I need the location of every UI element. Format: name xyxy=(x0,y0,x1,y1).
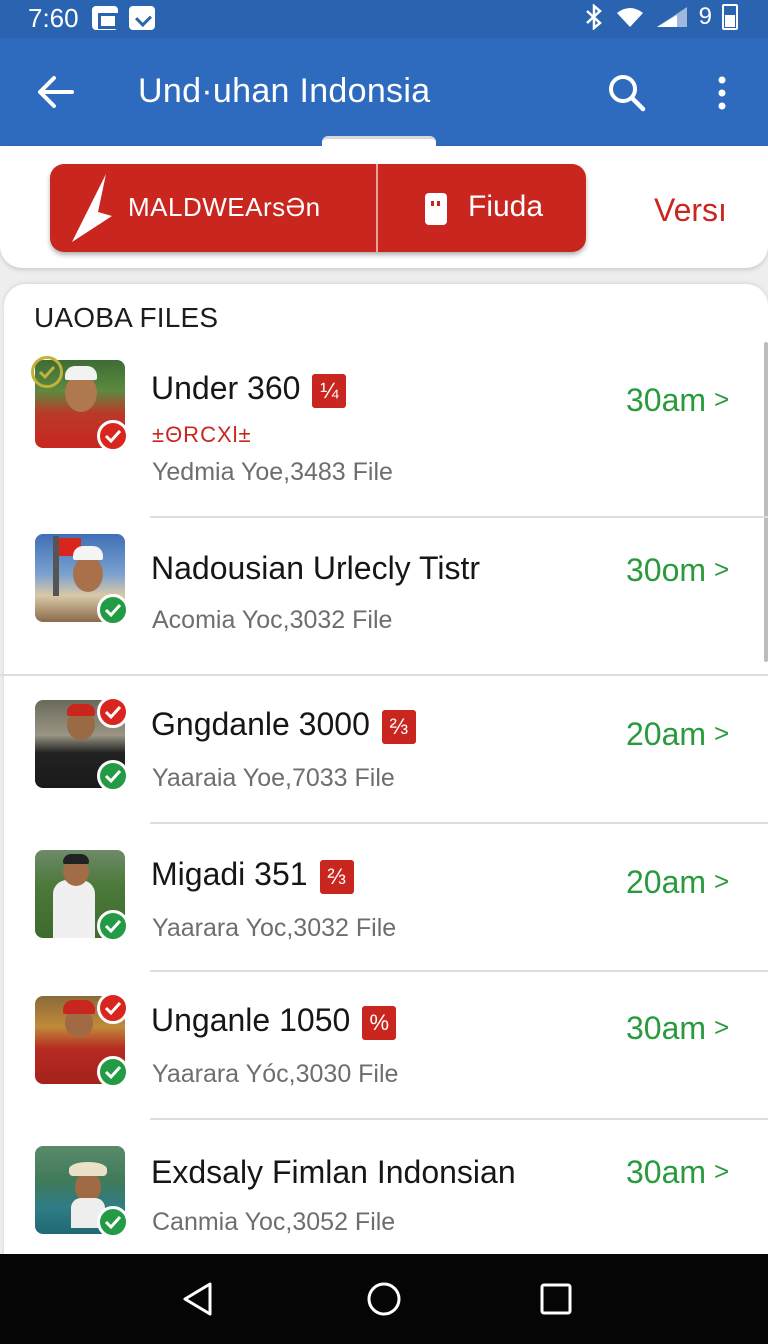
list-item[interactable]: Exdsaly Fimlan Indonsian Canmia Yoc,3052… xyxy=(4,1120,768,1260)
signal-text: 9 xyxy=(698,3,712,30)
segment-right-label: Fiuda xyxy=(468,190,544,223)
item-title-text: Under 360 xyxy=(151,370,301,406)
check-badge-icon xyxy=(97,1206,129,1238)
thumbnail xyxy=(35,534,129,626)
filter-card: MALDWEArsƏn Fiuda Versı xyxy=(0,146,768,268)
thumbnail xyxy=(35,992,129,1088)
item-time: 20am > xyxy=(626,716,729,753)
item-title-text: Migadi 351 xyxy=(151,856,308,892)
system-nav-bar xyxy=(0,1254,768,1344)
item-title: Under 360 ¼ xyxy=(151,370,347,408)
page-title: Und·uhan Indonsia xyxy=(138,72,431,110)
item-meta: Acomia Yoc,3032 File xyxy=(152,606,393,634)
item-title: Unganle 1050% xyxy=(151,1002,397,1040)
item-time-text: 20am xyxy=(626,716,707,752)
home-circle-icon[interactable] xyxy=(366,1281,402,1317)
recents-square-icon[interactable] xyxy=(538,1281,574,1317)
list-heading: UAOBA FILES xyxy=(34,302,219,333)
item-time: 20am > xyxy=(626,864,729,901)
tag-badge: % xyxy=(362,1005,397,1040)
chevron-right-icon: > xyxy=(714,384,730,414)
tab-indicator xyxy=(322,136,436,150)
thumbnail xyxy=(31,356,129,452)
message-icon xyxy=(129,6,155,30)
wifi-icon xyxy=(616,8,643,27)
list-item[interactable]: Under 360 ¼ ±ΘRCXl± Yedmia Yoe,3483 File … xyxy=(4,342,768,518)
item-title-text: Gngdanle 3000 xyxy=(151,706,370,742)
item-time: 30om > xyxy=(626,552,729,589)
segment-right-button[interactable]: Fiuda xyxy=(378,164,586,252)
segment-control: MALDWEArsƏn Fiuda xyxy=(50,164,586,252)
version-link[interactable]: Versı xyxy=(654,192,727,229)
check-ring-icon xyxy=(31,356,63,388)
chevron-right-icon: > xyxy=(714,866,730,896)
item-time-text: 30am xyxy=(626,382,707,418)
notification-icon xyxy=(92,6,118,30)
item-time-text: 30om xyxy=(626,552,707,588)
status-bar: 7:60 9 xyxy=(0,0,768,38)
list-item[interactable]: Unganle 1050% Yaarara Yóc,3030 File 30am… xyxy=(4,972,768,1120)
item-time-text: 20am xyxy=(626,864,707,900)
check-badge-icon xyxy=(97,594,129,626)
segment-left-button[interactable]: MALDWEArsƏn xyxy=(50,164,378,252)
chevron-right-icon: > xyxy=(714,1012,730,1042)
item-time: 30am > xyxy=(626,1010,729,1047)
item-meta: Canmia Yoc,3052 File xyxy=(152,1208,396,1236)
arrow-left-icon[interactable] xyxy=(34,72,76,112)
item-title: Exdsaly Fimlan Indonsian xyxy=(151,1154,516,1190)
chevron-right-icon: > xyxy=(714,554,730,584)
item-meta: Yaarara Yóc,3030 File xyxy=(152,1060,399,1088)
back-triangle-icon[interactable] xyxy=(180,1281,216,1317)
app-bar: Und·uhan Indonsia xyxy=(0,38,768,146)
item-title: Nadousian Urlecly Tistr xyxy=(151,550,480,586)
thumbnail xyxy=(35,850,129,942)
item-meta: Yaaraia Yoe,7033 File xyxy=(152,764,395,792)
item-time-text: 30am xyxy=(626,1154,707,1190)
list-item[interactable]: Gngdanle 3000 ⅔ Yaaraia Yoe,7033 File 20a… xyxy=(4,676,768,824)
status-icons: 9 xyxy=(583,3,738,31)
item-meta: Yaarara Yoc,3032 File xyxy=(152,914,397,942)
search-icon[interactable] xyxy=(606,72,646,112)
battery-icon xyxy=(722,4,738,30)
thumbnail xyxy=(35,1146,129,1238)
list-item[interactable]: Nadousian Urlecly Tistr Acomia Yoc,3032 … xyxy=(0,518,768,676)
item-title-text: Unganle 1050 xyxy=(151,1002,351,1038)
phone-screen: 7:60 9 Und·uhan Indonsia MALDWEArsƏn Fiu… xyxy=(0,0,768,1344)
item-meta: Yedmia Yoe,3483 File xyxy=(152,458,393,486)
more-vert-icon[interactable] xyxy=(712,74,732,114)
tag-badge: ¼ xyxy=(312,373,347,408)
check-badge-icon xyxy=(97,1056,129,1088)
check-badge-icon xyxy=(97,992,129,1024)
bluetooth-icon xyxy=(585,4,602,30)
item-title: Migadi 351 ⅔ xyxy=(151,856,354,894)
status-time: 7:60 xyxy=(28,3,79,33)
check-badge-icon xyxy=(97,696,129,728)
brand-logo-icon xyxy=(72,174,112,242)
tag-badge: ⅔ xyxy=(381,709,416,744)
item-time: 30am > xyxy=(626,1154,729,1191)
file-icon xyxy=(425,193,447,225)
check-badge-icon xyxy=(97,760,129,792)
file-list-card: UAOBA FILES Under 360 ¼ ±ΘRCXl± Yedmia Yo… xyxy=(0,284,768,1284)
thumbnail xyxy=(35,696,129,792)
item-time: 30am > xyxy=(626,382,729,419)
tag-badge: ⅔ xyxy=(319,859,354,894)
item-title: Gngdanle 3000 ⅔ xyxy=(151,706,416,744)
chevron-right-icon: > xyxy=(714,1156,730,1186)
list-item[interactable]: Migadi 351 ⅔ Yaarara Yoc,3032 File 20am > xyxy=(4,824,768,972)
check-badge-icon xyxy=(97,910,129,942)
chevron-right-icon: > xyxy=(714,718,730,748)
item-subtitle: ±ΘRCXl± xyxy=(152,422,252,447)
segment-left-label: MALDWEArsƏn xyxy=(128,192,321,222)
item-time-text: 30am xyxy=(626,1010,707,1046)
signal-icon xyxy=(656,7,687,27)
check-badge-icon xyxy=(97,420,129,452)
